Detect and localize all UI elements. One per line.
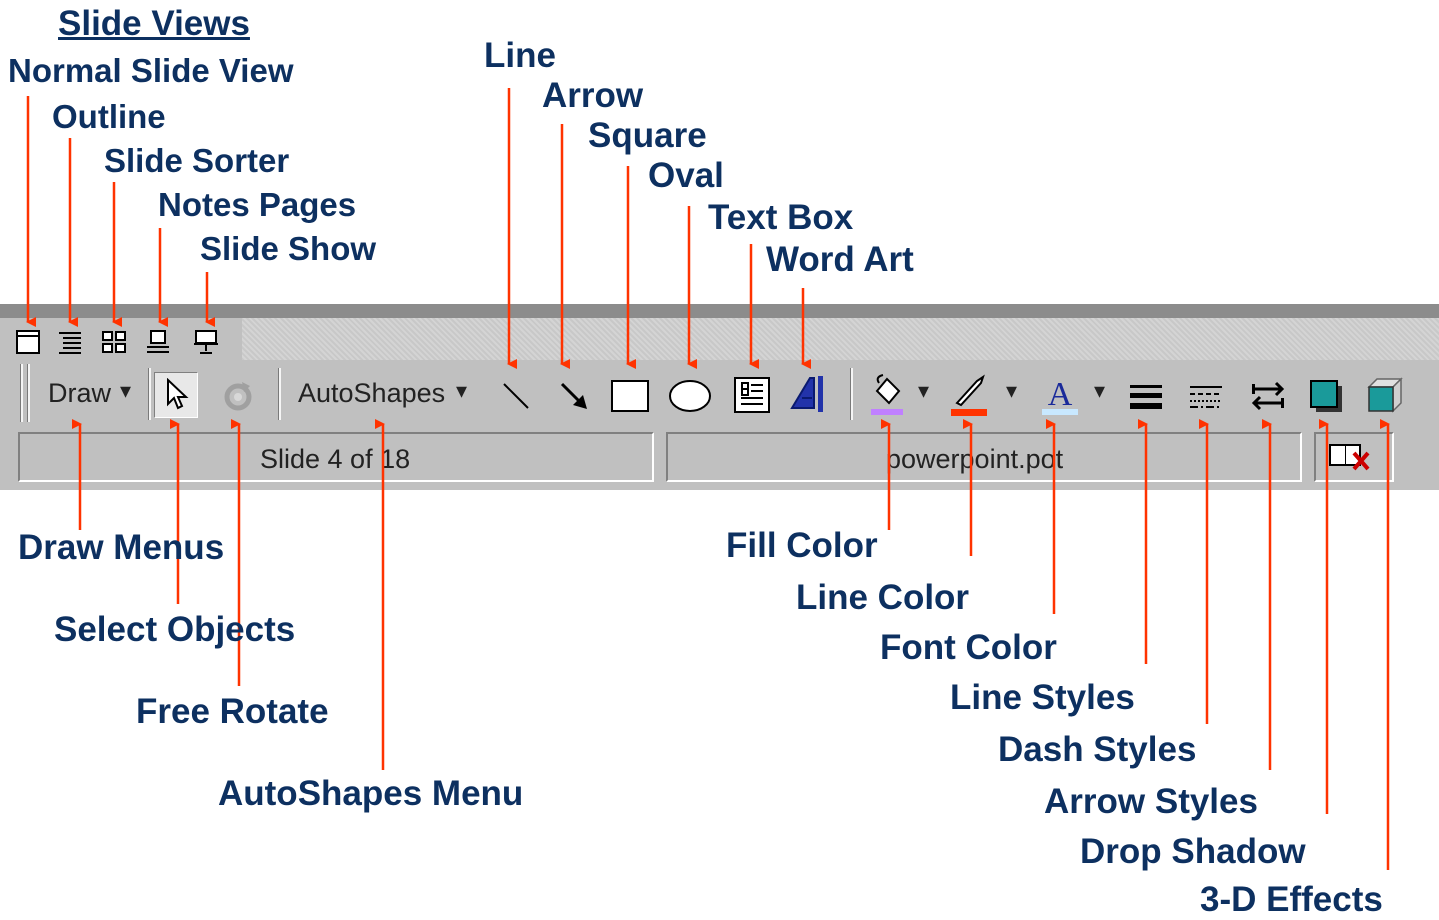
label-free-rotate: Free Rotate bbox=[136, 692, 329, 731]
label-drop-shadow: Drop Shadow bbox=[1080, 832, 1306, 871]
label-slide-show: Slide Show bbox=[200, 230, 377, 267]
label-draw-menus: Draw Menus bbox=[18, 528, 225, 567]
label-line-styles: Line Styles bbox=[950, 678, 1135, 717]
label-3d-effects: 3-D Effects bbox=[1200, 880, 1383, 919]
label-select-objects: Select Objects bbox=[54, 610, 296, 649]
slide-views-title: Slide Views bbox=[58, 4, 250, 43]
label-arrow: Arrow bbox=[542, 76, 644, 115]
label-text-box: Text Box bbox=[708, 198, 854, 237]
label-normal-slide-view: Normal Slide View bbox=[8, 52, 294, 89]
label-oval: Oval bbox=[648, 156, 724, 195]
label-arrow-styles: Arrow Styles bbox=[1044, 782, 1258, 821]
label-slide-sorter: Slide Sorter bbox=[104, 142, 290, 179]
label-fill-color: Fill Color bbox=[726, 526, 878, 565]
label-outline: Outline bbox=[52, 98, 166, 135]
label-word-art: Word Art bbox=[766, 240, 914, 279]
label-line-color: Line Color bbox=[796, 578, 970, 617]
label-notes-pages: Notes Pages bbox=[158, 186, 357, 223]
label-line: Line bbox=[484, 36, 556, 75]
label-square: Square bbox=[588, 116, 707, 155]
label-autoshapes-menu: AutoShapes Menu bbox=[218, 774, 524, 813]
label-font-color: Font Color bbox=[880, 628, 1057, 667]
label-dash-styles: Dash Styles bbox=[998, 730, 1197, 769]
